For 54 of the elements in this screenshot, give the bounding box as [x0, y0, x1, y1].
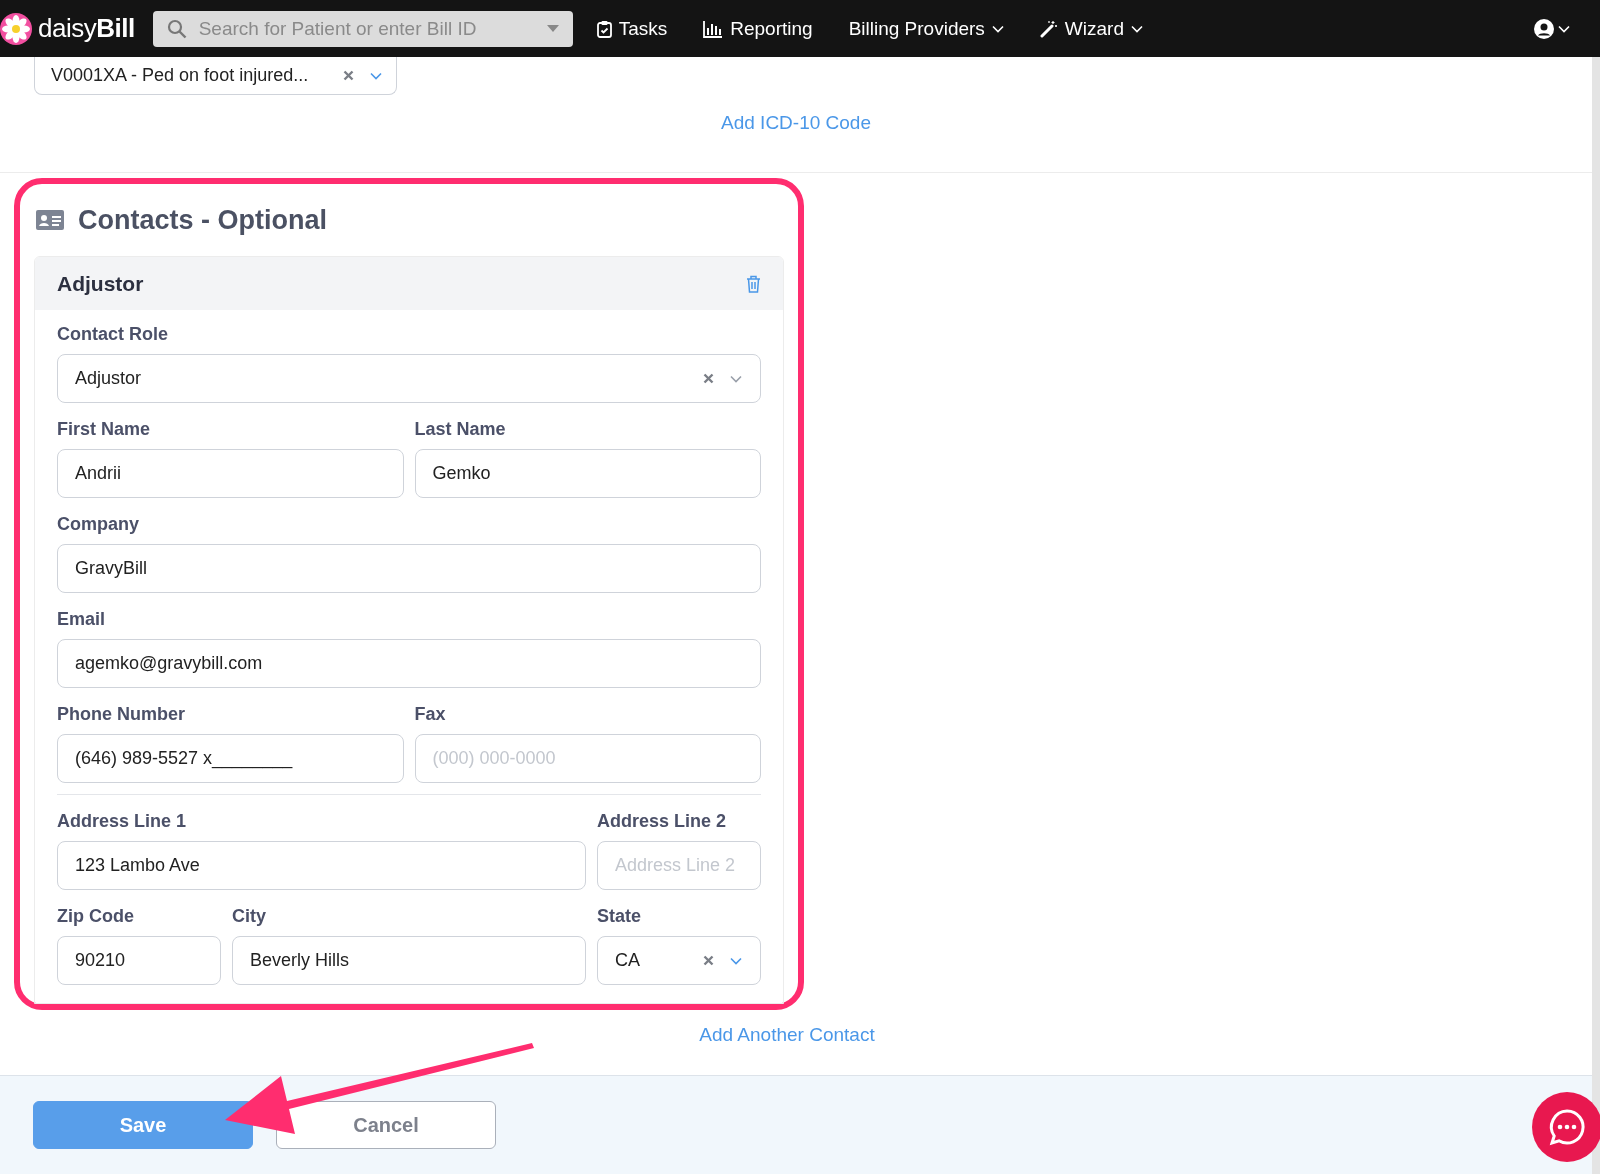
contact-card-icon — [36, 210, 64, 230]
input-field[interactable]: Address Line 2 — [597, 841, 761, 890]
select-field[interactable]: Adjustor — [57, 354, 761, 403]
user-icon — [1534, 18, 1554, 39]
input-field[interactable]: (000) 000-0000 — [414, 734, 761, 783]
logo-text: daisyBill — [38, 13, 135, 44]
icd-code-select[interactable]: V0001XA - Ped on foot injured... — [34, 57, 397, 95]
field-label: Contact Role — [57, 324, 169, 344]
nav-link[interactable]: Billing Providers — [848, 17, 1004, 40]
caret-icon — [991, 24, 1004, 33]
field-label: City — [232, 906, 267, 926]
nav-link[interactable]: Reporting — [703, 17, 813, 40]
caret-icon — [730, 374, 742, 383]
nav-link[interactable]: Wizard — [1039, 17, 1143, 40]
input-field[interactable]: Gemko — [414, 449, 761, 498]
input-field[interactable]: 123 Lambo Ave — [57, 841, 586, 890]
field-label: Phone Number — [57, 704, 186, 724]
dropdown-triangle-icon — [546, 25, 559, 32]
field-label: Zip Code — [57, 906, 135, 926]
clipboard-icon — [596, 19, 612, 38]
section-title: Contacts - Optional — [78, 204, 327, 236]
bar-chart-icon — [703, 19, 724, 38]
caret-icon — [730, 956, 742, 965]
cancel-button[interactable]: Cancel — [276, 1101, 496, 1149]
nav-link[interactable]: Tasks — [596, 17, 668, 40]
clear-icon[interactable] — [343, 70, 354, 81]
caret-icon — [1131, 24, 1143, 33]
magic-wand-icon — [1039, 19, 1058, 38]
select-field[interactable]: CA — [597, 936, 761, 985]
caret-icon — [1558, 24, 1570, 33]
input-field[interactable]: GravyBill — [57, 544, 761, 593]
clear-icon[interactable] — [703, 955, 714, 966]
field-label: Email — [57, 609, 107, 629]
input-field[interactable]: 90210 — [57, 936, 221, 985]
clear-icon[interactable] — [703, 373, 714, 384]
field-label: Address Line 1 — [57, 811, 188, 831]
user-menu[interactable] — [1534, 18, 1570, 39]
card-title: Adjustor — [57, 271, 144, 296]
input-field[interactable]: (646) 989-5527 x________ — [57, 734, 404, 783]
field-label: State — [597, 906, 642, 926]
daisy-logo-icon — [0, 12, 32, 45]
search-field[interactable]: Search for Patient or enter Bill ID — [152, 10, 573, 47]
input-field[interactable]: Beverly Hills — [232, 936, 586, 985]
field-label: Company — [57, 514, 140, 534]
caret-icon — [370, 71, 382, 80]
trash-icon[interactable] — [746, 274, 761, 293]
input-field[interactable]: agemko@gravybill.com — [57, 639, 761, 688]
field-label: First Name — [57, 419, 152, 439]
field-label: Last Name — [414, 419, 507, 439]
chat-bubble-icon — [1547, 1107, 1587, 1147]
input-field[interactable]: Andrii — [57, 449, 404, 498]
field-label: Fax — [414, 704, 447, 724]
search-icon — [166, 18, 187, 39]
field-label: Address Line 2 — [597, 811, 728, 831]
